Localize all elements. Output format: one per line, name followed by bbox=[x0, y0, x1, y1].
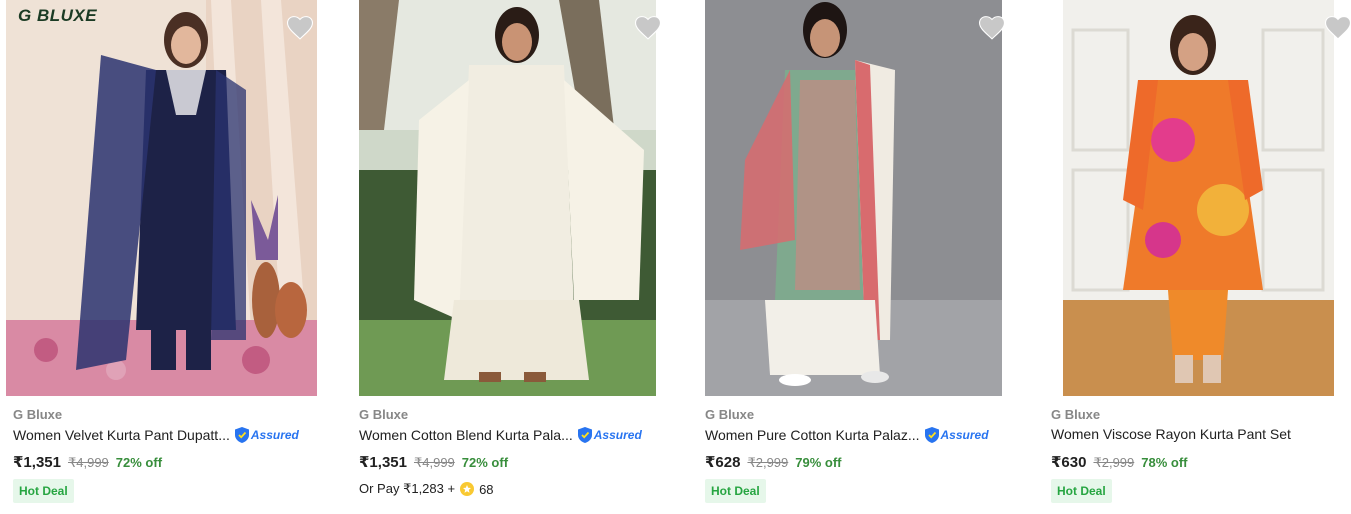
product-photo bbox=[1063, 0, 1334, 396]
product-title-row[interactable]: Women Cotton Blend Kurta Pala... Assured bbox=[359, 426, 642, 444]
price-row: ₹628 ₹2,999 79% off bbox=[705, 453, 842, 471]
product-card[interactable]: G BLUXE G Bluxe Women Velvet Kurta Pant … bbox=[6, 0, 326, 514]
hot-deal-badge: Hot Deal bbox=[1051, 479, 1112, 503]
price: ₹628 bbox=[705, 454, 741, 471]
assured-label: Assured bbox=[593, 428, 642, 442]
shield-icon bbox=[234, 427, 249, 443]
heart-icon[interactable] bbox=[1324, 14, 1351, 42]
product-card[interactable]: G Bluxe Women Pure Cotton Kurta Palaz...… bbox=[698, 0, 1018, 514]
discount: 79% off bbox=[795, 455, 842, 470]
mrp: ₹4,999 bbox=[67, 455, 109, 470]
product-photo bbox=[705, 0, 1002, 396]
product-photo bbox=[359, 0, 656, 396]
price: ₹630 bbox=[1051, 454, 1087, 471]
hot-deal-badge: Hot Deal bbox=[705, 479, 766, 503]
shield-icon bbox=[577, 427, 592, 443]
product-title[interactable]: Women Pure Cotton Kurta Palaz... bbox=[705, 427, 920, 443]
price: ₹1,351 bbox=[359, 454, 407, 471]
or-pay-offer: Or Pay ₹1,283 + 68 bbox=[359, 481, 494, 497]
product-image[interactable] bbox=[705, 0, 1002, 396]
product-title-row[interactable]: Women Velvet Kurta Pant Dupatt... Assure… bbox=[13, 426, 299, 444]
product-brand: G Bluxe bbox=[1051, 407, 1101, 422]
discount: 72% off bbox=[115, 455, 163, 470]
supercoin-icon bbox=[460, 482, 475, 496]
or-pay-text: Or Pay ₹1,283 + bbox=[359, 481, 456, 496]
price-row: ₹1,351 ₹4,999 72% off bbox=[13, 453, 162, 471]
product-image[interactable] bbox=[6, 0, 317, 396]
product-card[interactable]: G Bluxe Women Cotton Blend Kurta Pala...… bbox=[352, 0, 672, 514]
mrp: ₹4,999 bbox=[413, 455, 455, 470]
product-brand: G Bluxe bbox=[13, 407, 63, 422]
product-grid: G BLUXE G Bluxe Women Velvet Kurta Pant … bbox=[0, 0, 1351, 514]
assured-label: Assured bbox=[940, 428, 989, 442]
product-image[interactable] bbox=[359, 0, 656, 396]
product-card[interactable]: G Bluxe Women Viscose Rayon Kurta Pant S… bbox=[1044, 0, 1351, 514]
heart-icon[interactable] bbox=[286, 14, 314, 42]
mrp: ₹2,999 bbox=[1093, 455, 1135, 470]
price-row: ₹630 ₹2,999 78% off bbox=[1051, 453, 1188, 471]
assured-badge: Assured bbox=[234, 426, 299, 444]
assured-badge: Assured bbox=[577, 426, 642, 444]
product-title-row[interactable]: Women Pure Cotton Kurta Palaz... Assured bbox=[705, 426, 989, 444]
product-image[interactable] bbox=[1063, 0, 1334, 396]
assured-badge: Assured bbox=[924, 426, 989, 444]
mrp: ₹2,999 bbox=[747, 455, 789, 470]
product-title[interactable]: Women Velvet Kurta Pant Dupatt... bbox=[13, 427, 230, 443]
product-title[interactable]: Women Cotton Blend Kurta Pala... bbox=[359, 427, 573, 443]
discount: 78% off bbox=[1141, 455, 1188, 470]
shield-icon bbox=[924, 427, 939, 443]
product-title[interactable]: Women Viscose Rayon Kurta Pant Set bbox=[1051, 426, 1291, 442]
hot-deal-badge: Hot Deal bbox=[13, 479, 74, 503]
heart-icon[interactable] bbox=[978, 14, 1006, 42]
brand-logo: G BLUXE bbox=[18, 6, 98, 25]
or-pay-coins: 68 bbox=[479, 481, 494, 497]
assured-label: Assured bbox=[250, 428, 299, 442]
product-title-row[interactable]: Women Viscose Rayon Kurta Pant Set bbox=[1051, 426, 1291, 442]
price: ₹1,351 bbox=[13, 454, 61, 471]
product-brand: G Bluxe bbox=[705, 407, 755, 422]
heart-icon[interactable] bbox=[634, 14, 662, 42]
price-row: ₹1,351 ₹4,999 72% off bbox=[359, 453, 508, 471]
product-photo bbox=[6, 0, 317, 396]
product-brand: G Bluxe bbox=[359, 407, 409, 422]
discount: 72% off bbox=[461, 455, 509, 470]
